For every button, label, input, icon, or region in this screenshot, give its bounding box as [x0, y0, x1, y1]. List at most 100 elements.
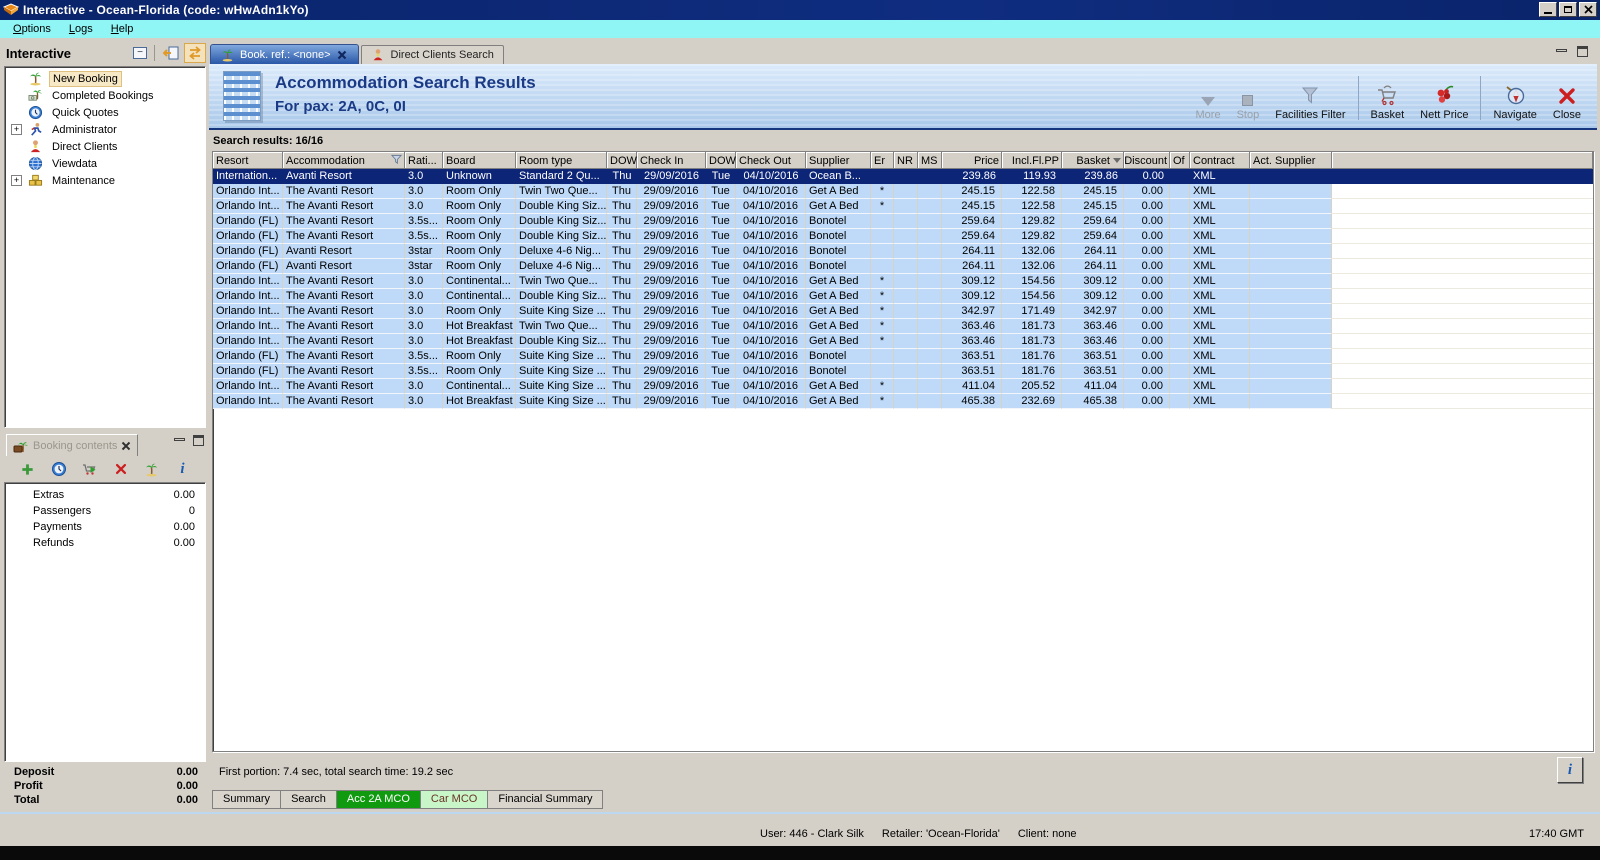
collapse-panel-button[interactable]: − — [129, 43, 151, 63]
table-row[interactable]: Internation... Avanti Resort 3.0 Unknown Sta… — [213, 169, 1593, 184]
cell-ms — [918, 274, 942, 289]
table-row[interactable]: Orlando (FL) The Avanti Resort 3.5s... Room… — [213, 364, 1593, 379]
price-flower-icon — [1432, 80, 1456, 106]
expand-icon[interactable]: + — [11, 124, 22, 135]
close-window-button[interactable] — [1579, 2, 1597, 17]
cell-resort: Orlando (FL) — [213, 214, 283, 229]
panel-maximize-icon[interactable] — [193, 435, 204, 446]
bottom-tab-summary[interactable]: Summary — [212, 790, 282, 809]
column-header-of[interactable]: Of — [1170, 152, 1190, 169]
cell-ms — [918, 289, 942, 304]
results-table: Resort Accommodation Rati... Board Room type… — [212, 151, 1594, 752]
stop-button[interactable]: Stop — [1229, 73, 1268, 123]
menu-options[interactable]: Options — [4, 21, 60, 37]
booking-contents-row[interactable]: Passengers 0 — [5, 505, 205, 521]
booking-contents-row[interactable]: Payments 0.00 — [5, 521, 205, 537]
column-header-ms[interactable]: MS — [918, 152, 942, 169]
tab-booking-ref[interactable]: Book. ref.: <none> — [210, 44, 359, 64]
column-header-rati-[interactable]: Rati... — [405, 152, 443, 169]
bottom-tab-acc-2a-mco[interactable]: Acc 2A MCO — [336, 790, 421, 809]
table-row[interactable]: Orlando (FL) Avanti Resort 3star Room Only D… — [213, 259, 1593, 274]
column-header-check-in[interactable]: Check In — [637, 152, 706, 169]
column-header-price[interactable]: Price — [942, 152, 1002, 169]
cell-of — [1170, 259, 1190, 274]
sidebar-item-quick-quotes[interactable]: Quick Quotes — [5, 104, 205, 121]
column-header-supplier[interactable]: Supplier — [806, 152, 871, 169]
column-header-act-supplier[interactable]: Act. Supplier — [1250, 152, 1332, 169]
filter-funnel-icon[interactable] — [390, 154, 403, 168]
column-header-contract[interactable]: Contract — [1190, 152, 1250, 169]
table-row[interactable]: Orlando Int... The Avanti Resort 3.0 Contin… — [213, 379, 1593, 394]
close-results-button[interactable]: Close — [1545, 73, 1589, 123]
cell-act-supplier — [1250, 289, 1332, 304]
quote-clock-button[interactable] — [50, 460, 68, 478]
column-header-room-type[interactable]: Room type — [516, 152, 607, 169]
panel-minimize-icon[interactable] — [1556, 49, 1567, 52]
sidebar-item-maintenance[interactable]: + Maintenance — [5, 172, 205, 189]
booking-contents-row[interactable]: Extras 0.00 — [5, 489, 205, 505]
table-row[interactable]: Orlando Int... The Avanti Resort 3.0 Hot Br… — [213, 394, 1593, 409]
cell-er: * — [871, 379, 894, 394]
nett-price-button[interactable]: Nett Price — [1412, 73, 1476, 123]
cell-board: Continental... — [443, 289, 516, 304]
table-row[interactable]: Orlando Int... The Avanti Resort 3.0 Room O… — [213, 199, 1593, 214]
table-row[interactable]: Orlando (FL) Avanti Resort 3star Room Only D… — [213, 244, 1593, 259]
info-button[interactable]: i — [174, 460, 192, 478]
sidebar-item-completed-bookings[interactable]: Completed Bookings — [5, 87, 205, 104]
column-header-basket[interactable]: Basket — [1062, 152, 1124, 169]
restore-button[interactable] — [1559, 2, 1577, 17]
menu-help[interactable]: Help — [102, 21, 143, 37]
add-item-button[interactable] — [19, 460, 37, 478]
column-header-dow[interactable]: DOW — [607, 152, 637, 169]
basket-button[interactable]: Basket — [1363, 73, 1413, 123]
menu-logs[interactable]: Logs — [60, 21, 102, 37]
sidebar-item-direct-clients[interactable]: Direct Clients — [5, 138, 205, 155]
cell-basket: 363.46 — [1062, 319, 1124, 334]
panel-minimize-icon[interactable] — [174, 438, 185, 441]
column-header-resort[interactable]: Resort — [213, 152, 283, 169]
minimize-button[interactable] — [1539, 2, 1557, 17]
sidebar-item-administrator[interactable]: + Administrator — [5, 121, 205, 138]
delete-item-button[interactable] — [112, 460, 130, 478]
move-to-basket-button[interactable] — [81, 460, 99, 478]
tab-close-icon[interactable] — [336, 48, 349, 61]
palm-tree-button[interactable] — [143, 460, 161, 478]
table-row[interactable]: Orlando Int... The Avanti Resort 3.0 Room O… — [213, 304, 1593, 319]
bc-total-value: 0.00 — [176, 766, 198, 778]
column-header-dow[interactable]: DOW — [706, 152, 736, 169]
sidebar-item-viewdata[interactable]: Viewdata — [5, 155, 205, 172]
close-icon[interactable] — [121, 441, 131, 451]
cell-filler — [1332, 349, 1593, 364]
more-button[interactable]: More — [1188, 73, 1229, 123]
info-button[interactable]: i — [1557, 757, 1583, 783]
column-header-check-out[interactable]: Check Out — [736, 152, 806, 169]
booking-contents-tab[interactable]: Booking contents — [6, 434, 139, 456]
table-row[interactable]: Orlando Int... The Avanti Resort 3.0 Contin… — [213, 274, 1593, 289]
column-header-incl-fl-pp[interactable]: Incl.Fl.PP — [1002, 152, 1062, 169]
column-header-er[interactable]: Er — [871, 152, 894, 169]
sync-panels-button[interactable] — [184, 43, 206, 63]
booking-contents-row[interactable]: Refunds 0.00 — [5, 537, 205, 553]
tab-direct-clients-search[interactable]: Direct Clients Search — [360, 45, 504, 64]
column-header-accommodation[interactable]: Accommodation — [283, 152, 405, 169]
column-header-discount[interactable]: Discount — [1124, 152, 1170, 169]
bottom-tab-financial-summary[interactable]: Financial Summary — [488, 790, 604, 809]
table-row[interactable]: Orlando (FL) The Avanti Resort 3.5s... Room… — [213, 214, 1593, 229]
panel-maximize-icon[interactable] — [1577, 46, 1588, 57]
cell-room-type: Double King Siz... — [516, 214, 607, 229]
bottom-tab-car-mco[interactable]: Car MCO — [420, 790, 489, 809]
navigate-button[interactable]: Navigate — [1485, 73, 1544, 123]
table-row[interactable]: Orlando (FL) The Avanti Resort 3.5s... Room… — [213, 229, 1593, 244]
facilities-filter-button[interactable]: Facilities Filter — [1267, 73, 1353, 123]
sidebar-item-new-booking[interactable]: New Booking — [5, 70, 205, 87]
table-row[interactable]: Orlando Int... The Avanti Resort 3.0 Hot Br… — [213, 334, 1593, 349]
nav-back-button[interactable] — [160, 43, 182, 63]
table-row[interactable]: Orlando Int... The Avanti Resort 3.0 Hot Br… — [213, 319, 1593, 334]
bottom-tab-search[interactable]: Search — [281, 790, 337, 809]
table-row[interactable]: Orlando Int... The Avanti Resort 3.0 Room O… — [213, 184, 1593, 199]
table-row[interactable]: Orlando (FL) The Avanti Resort 3.5s... Room… — [213, 349, 1593, 364]
column-header-nr[interactable]: NR — [894, 152, 918, 169]
column-header-board[interactable]: Board — [443, 152, 516, 169]
expand-icon[interactable]: + — [11, 175, 22, 186]
table-row[interactable]: Orlando Int... The Avanti Resort 3.0 Contin… — [213, 289, 1593, 304]
